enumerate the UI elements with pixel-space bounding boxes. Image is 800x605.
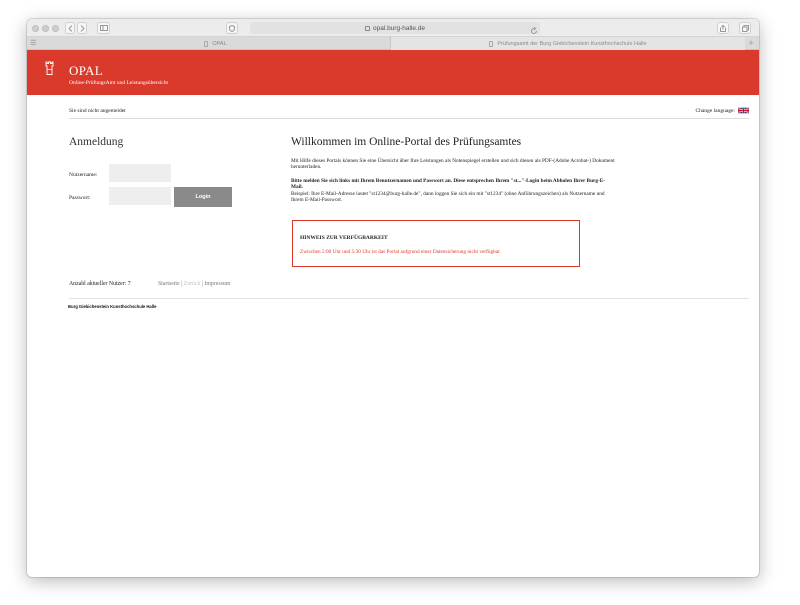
browser-window: opal.burg-halle.de ☰ OPAL Prüfungsamt de…: [27, 19, 759, 577]
forward-button[interactable]: [77, 22, 87, 34]
username-label: Nutzername:: [69, 172, 98, 178]
zoom-window-button[interactable]: [52, 25, 59, 32]
close-window-button[interactable]: [32, 25, 39, 32]
tab-pruefungsamt[interactable]: Prüfungsamt der Burg Giebichenstein Kuns…: [391, 37, 745, 50]
sidebar-icon: [99, 25, 108, 31]
tab-label: OPAL: [212, 40, 227, 47]
tab-label: Prüfungsamt der Burg Giebichenstein Kuns…: [497, 40, 647, 47]
tabs-icon: [741, 24, 749, 32]
browser-toolbar: opal.burg-halle.de: [27, 19, 759, 37]
welcome-intro: Mit Hilfe dieses Portals können Sie eine…: [291, 158, 615, 171]
tab-opal[interactable]: OPAL: [41, 37, 391, 50]
share-button[interactable]: [717, 22, 729, 34]
tower-logo-icon: [45, 61, 54, 75]
user-count: Anzahl aktueller Nutzer: 7: [69, 281, 131, 287]
imprint-link[interactable]: Impressum: [204, 281, 230, 287]
login-instruction: Bitte melden Sie sich links mit Ihrem Be…: [291, 178, 606, 191]
welcome-title: Willkommen im Online-Portal des Prüfungs…: [291, 136, 522, 148]
site-header: OPAL Online-PrüfungsAmt und Leistungsübe…: [27, 50, 759, 95]
language-switch: Change language:: [695, 107, 749, 114]
site-subtitle: Online-PrüfungsAmt und Leistungsübersich…: [69, 80, 168, 86]
login-title: Anmeldung: [69, 136, 124, 148]
tower-icon: [489, 40, 494, 47]
tab-bar: ☰ OPAL Prüfungsamt der Burg Giebichenste…: [27, 37, 759, 50]
link-separator: |: [201, 281, 204, 287]
username-input[interactable]: [109, 164, 171, 182]
share-icon: [720, 24, 726, 32]
lock-icon: [364, 25, 370, 31]
password-label: Passwort:: [69, 195, 91, 201]
minimize-window-button[interactable]: [42, 25, 49, 32]
chevron-right-icon: [80, 24, 85, 32]
footer-links: Startseite | Zurück | Impressum: [158, 281, 230, 287]
tower-icon: [204, 40, 209, 47]
site-title: OPAL: [69, 63, 103, 78]
uk-flag-icon[interactable]: [738, 107, 749, 114]
tab-list-icon[interactable]: ☰: [30, 39, 36, 47]
password-input[interactable]: [109, 187, 171, 205]
address-bar[interactable]: opal.burg-halle.de: [250, 22, 540, 34]
notice-title: HINWEIS ZUR VERFÜGBARKEIT: [300, 235, 388, 241]
home-link[interactable]: Startseite: [158, 281, 180, 287]
new-tab-button[interactable]: +: [746, 38, 756, 48]
change-language-label: Change language:: [695, 107, 735, 114]
status-bar: Sie sind nicht angemeldet Change languag…: [69, 99, 749, 119]
login-button[interactable]: Login: [174, 187, 232, 207]
login-example: Beispiel: Ihre E-Mail-Adresse lautet "st…: [291, 191, 605, 204]
notice-text: Zwischen 5:00 Uhr und 5:30 Uhr ist das P…: [300, 249, 501, 255]
address-text: opal.burg-halle.de: [372, 24, 426, 32]
footer-divider: [69, 298, 749, 299]
link-separator: |: [181, 281, 183, 287]
organization-name: Burg Giebichenstein Kunsthochschule Hall…: [68, 304, 157, 309]
chevron-left-icon: [67, 24, 72, 32]
tabs-overview-button[interactable]: [739, 22, 751, 34]
sidebar-button[interactable]: [97, 22, 110, 34]
back-button[interactable]: [65, 22, 75, 34]
shield-icon: [229, 24, 235, 32]
privacy-report-button[interactable]: [226, 22, 238, 34]
availability-notice: HINWEIS ZUR VERFÜGBARKEIT Zwischen 5:00 …: [292, 220, 580, 267]
login-state-text: Sie sind nicht angemeldet: [69, 108, 126, 114]
back-link[interactable]: Zurück: [184, 281, 201, 287]
